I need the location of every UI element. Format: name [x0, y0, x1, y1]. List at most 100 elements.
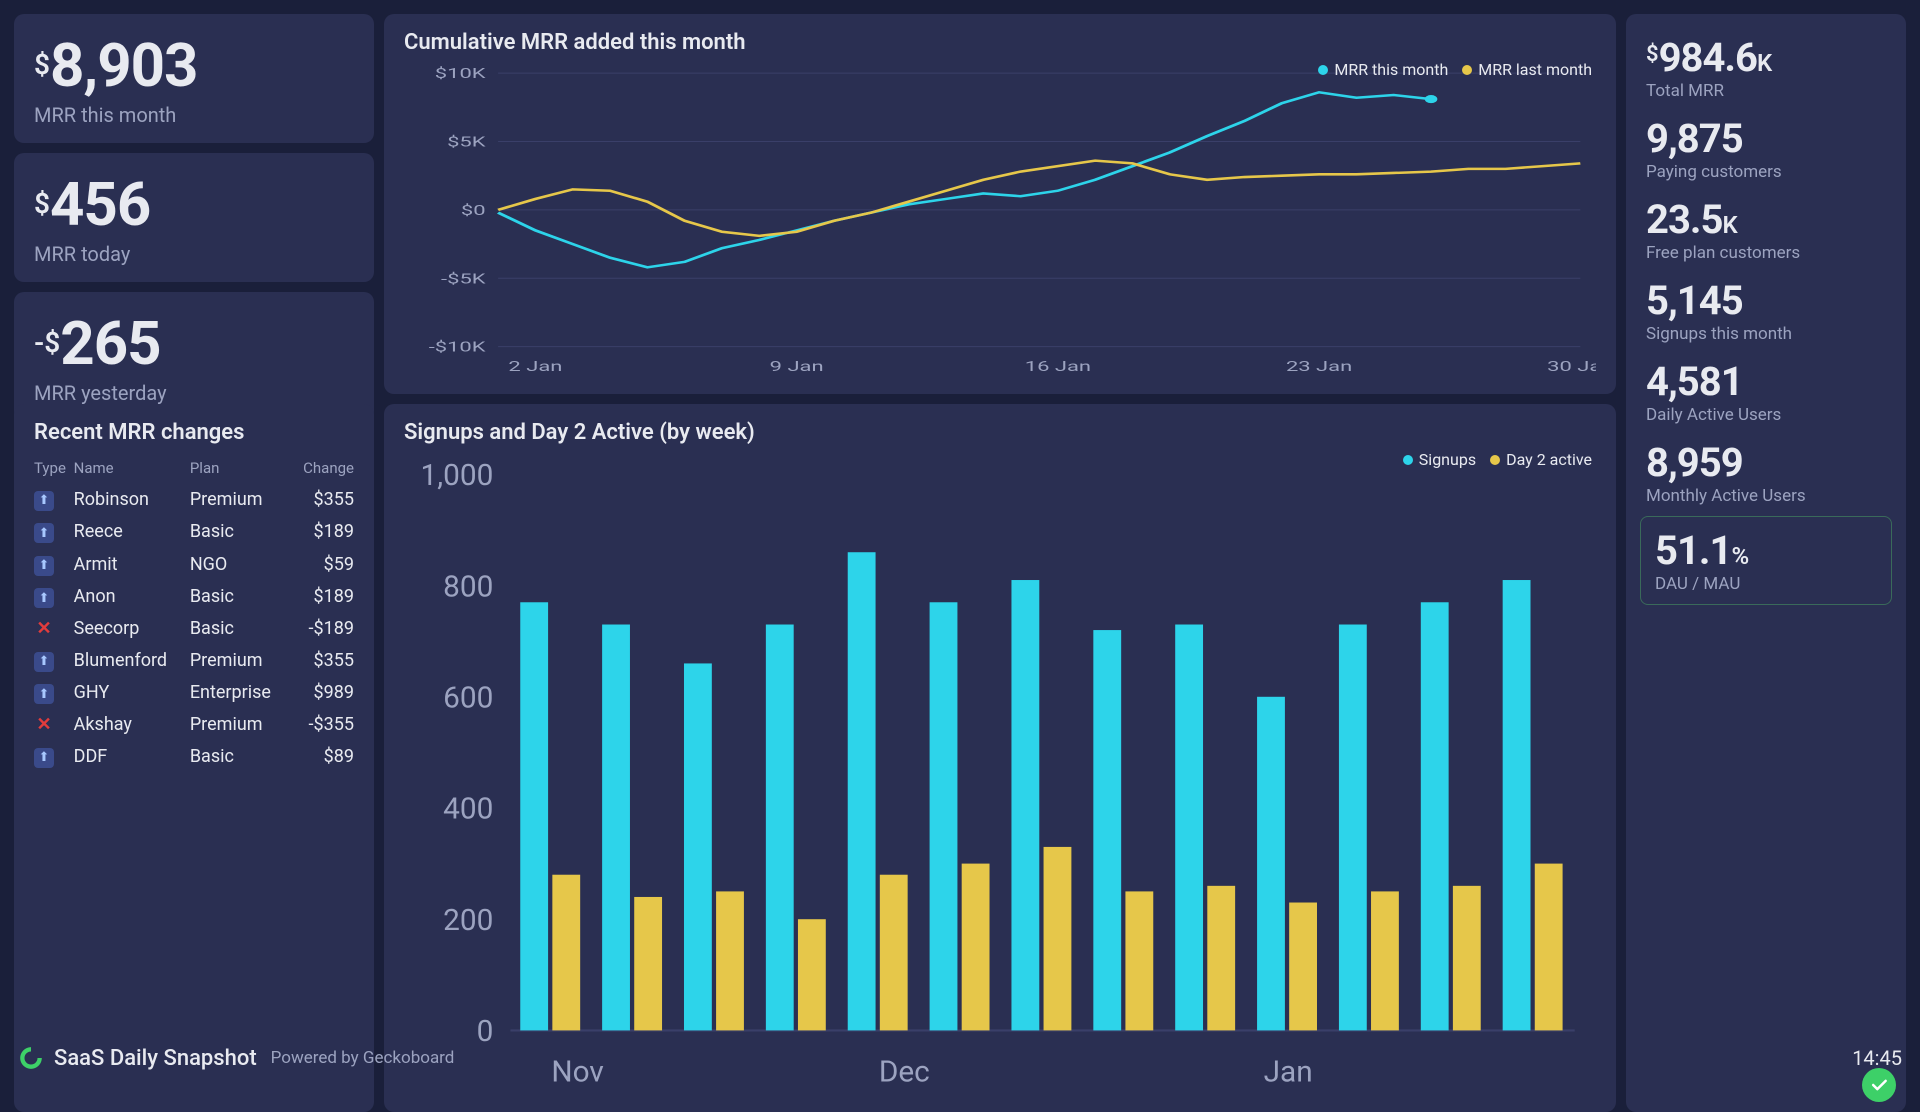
- cell-plan: NGO: [190, 548, 291, 581]
- stat-value: $8,903: [34, 30, 354, 101]
- stat-value: 23.5K: [1646, 196, 1886, 243]
- stat-card: 4,581Daily Active Users: [1646, 358, 1886, 425]
- stat-value: 5,145: [1646, 277, 1886, 324]
- table-title: Recent MRR changes: [34, 420, 354, 445]
- stat-value: 8,959: [1646, 439, 1886, 486]
- stat-label: DAU / MAU: [1655, 574, 1877, 594]
- dot-icon: [1490, 455, 1500, 465]
- svg-text:$0: $0: [461, 202, 486, 219]
- cell-name: Armit: [74, 548, 190, 581]
- legend-item: Day 2 active: [1490, 450, 1592, 469]
- svg-text:$10K: $10K: [435, 65, 486, 82]
- stat-label: Daily Active Users: [1646, 405, 1886, 425]
- bar-chart-svg: 02004006008001,000NovDecJan: [404, 453, 1596, 1095]
- cell-plan: Basic: [190, 516, 291, 549]
- table-header: Type: [34, 453, 74, 483]
- arrow-up-icon: ⬆: [34, 748, 54, 768]
- arrow-up-icon: ⬆: [34, 556, 54, 576]
- cell-plan: Premium: [190, 709, 291, 740]
- svg-text:16 Jan: 16 Jan: [1025, 358, 1091, 375]
- stat-value: $984.6K: [1646, 34, 1886, 81]
- cell-name: Reece: [74, 516, 190, 549]
- bar-chart-legend: Signups Day 2 active: [1403, 450, 1592, 469]
- mrr-changes-card: Recent MRR changes TypeNamePlanChange ⬆R…: [14, 404, 374, 1112]
- cell-name: GHY: [74, 677, 190, 710]
- cell-change: $355: [291, 644, 354, 677]
- cell-change: -$355: [291, 709, 354, 740]
- svg-text:600: 600: [443, 680, 493, 715]
- stat-label: MRR this month: [34, 103, 354, 127]
- arrow-up-icon: ⬆: [34, 523, 54, 543]
- cell-change: $189: [291, 581, 354, 614]
- cell-plan: Basic: [190, 613, 291, 644]
- cell-name: Robinson: [74, 483, 190, 516]
- dot-icon: [1403, 455, 1413, 465]
- arrow-up-icon: ⬆: [34, 491, 54, 511]
- stat-label: Paying customers: [1646, 162, 1886, 182]
- cell-plan: Premium: [190, 483, 291, 516]
- stat-card: $984.6KTotal MRR: [1646, 34, 1886, 101]
- right-stats-column: $984.6KTotal MRR 9,875Paying customers 23.…: [1626, 14, 1906, 1112]
- stat-card: 5,145Signups this month: [1646, 277, 1886, 344]
- cell-change: $89: [291, 740, 354, 773]
- line-chart-svg: -$10K-$5K$0$5K$10K2 Jan9 Jan16 Jan23 Jan…: [404, 63, 1596, 377]
- svg-text:23 Jan: 23 Jan: [1286, 358, 1352, 375]
- cell-name: Akshay: [74, 709, 190, 740]
- line-chart-legend: MRR this month MRR last month: [1318, 60, 1592, 79]
- stat-label: MRR today: [34, 242, 354, 266]
- cell-name: DDF: [74, 740, 190, 773]
- arrow-up-icon: ⬆: [34, 652, 54, 672]
- svg-text:400: 400: [443, 792, 493, 827]
- logo-icon: [18, 1045, 44, 1071]
- bar-chart-title: Signups and Day 2 Active (by week): [404, 420, 1596, 445]
- cell-change: $189: [291, 516, 354, 549]
- svg-text:2 Jan: 2 Jan: [508, 358, 562, 375]
- table-row: ⬆ ReeceBasic$189: [34, 516, 354, 549]
- line-chart-card: Cumulative MRR added this month MRR this…: [384, 14, 1616, 394]
- mrr-changes-table: TypeNamePlanChange ⬆RobinsonPremium$355⬆…: [34, 453, 354, 773]
- cell-plan: Enterprise: [190, 677, 291, 710]
- svg-text:200: 200: [443, 903, 493, 938]
- arrow-up-icon: ⬆: [34, 684, 54, 704]
- cancel-icon: ✕: [34, 619, 54, 639]
- svg-text:-$5K: -$5K: [441, 270, 486, 287]
- svg-text:1,000: 1,000: [421, 458, 494, 493]
- cell-plan: Basic: [190, 581, 291, 614]
- cell-plan: Premium: [190, 644, 291, 677]
- table-row: ✕ AkshayPremium-$355: [34, 709, 354, 740]
- stat-label: Free plan customers: [1646, 243, 1886, 263]
- line-chart-title: Cumulative MRR added this month: [404, 30, 1596, 55]
- left-stats-column: $8,903MRR this month$456MRR today-$265MR…: [14, 14, 374, 394]
- cell-name: Blumenford: [74, 644, 190, 677]
- legend-item: MRR last month: [1462, 60, 1592, 79]
- stat-card: 9,875Paying customers: [1646, 115, 1886, 182]
- cell-plan: Basic: [190, 740, 291, 773]
- stat-label: Monthly Active Users: [1646, 486, 1886, 506]
- svg-text:30 Jan: 30 Jan: [1547, 358, 1596, 375]
- table-row: ⬆ ArmitNGO$59: [34, 548, 354, 581]
- footer: SaaS Daily Snapshot Powered by Geckoboar…: [0, 1036, 1920, 1080]
- cell-name: Anon: [74, 581, 190, 614]
- stat-value: 51.1%: [1655, 527, 1877, 574]
- stat-card: 23.5KFree plan customers: [1646, 196, 1886, 263]
- arrow-up-icon: ⬆: [34, 588, 54, 608]
- table-row: ⬆RobinsonPremium$355: [34, 483, 354, 516]
- legend-item: Signups: [1403, 450, 1476, 469]
- svg-text:800: 800: [443, 569, 493, 604]
- table-row: ⬆GHYEnterprise$989: [34, 677, 354, 710]
- legend-item: MRR this month: [1318, 60, 1448, 79]
- stat-label: Signups this month: [1646, 324, 1886, 344]
- cell-name: Seecorp: [74, 613, 190, 644]
- svg-text:$5K: $5K: [447, 134, 486, 151]
- stat-card: 51.1%DAU / MAU: [1640, 516, 1892, 605]
- cancel-icon: ✕: [34, 715, 54, 735]
- cell-change: $59: [291, 548, 354, 581]
- table-row: ⬆ DDFBasic$89: [34, 740, 354, 773]
- table-row: ⬆ BlumenfordPremium$355: [34, 644, 354, 677]
- stat-value: -$265: [34, 308, 354, 379]
- table-row: ⬆ AnonBasic$189: [34, 581, 354, 614]
- stat-value: $456: [34, 169, 354, 240]
- cell-change: -$189: [291, 613, 354, 644]
- stat-value: 4,581: [1646, 358, 1886, 405]
- svg-text:9 Jan: 9 Jan: [770, 358, 824, 375]
